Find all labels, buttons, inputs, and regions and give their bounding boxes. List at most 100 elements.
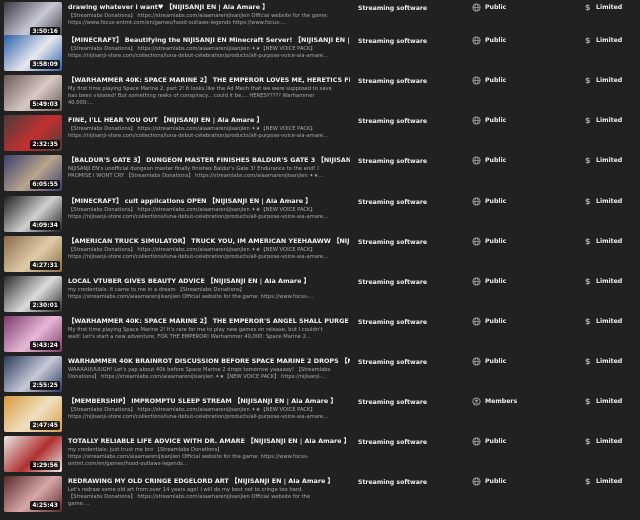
video-title[interactable]: 【MEMBERSHIP】 IMPROMPTU SLEEP STREAM 【NIJ… xyxy=(68,397,350,406)
video-row[interactable]: 4:09:34 【MINECRAFT】 cult applications OPE… xyxy=(0,194,640,234)
visibility-control[interactable]: Members xyxy=(472,397,517,406)
video-thumbnail[interactable]: 5:49:03 xyxy=(4,75,62,111)
restrictions-control[interactable]: $ Limited xyxy=(585,477,622,486)
video-thumbnail[interactable]: 2:47:45 xyxy=(4,396,62,432)
video-title[interactable]: 【WARHAMMER 40K: SPACE MARINE 2】 THE EMPE… xyxy=(68,317,350,326)
video-thumbnail[interactable]: 2:32:35 xyxy=(4,115,62,151)
video-description: Let's redraw some old art from over 14 y… xyxy=(68,487,311,508)
restrictions-control[interactable]: $ Limited xyxy=(585,357,622,366)
video-row[interactable]: 6:05:55 【BALDUR'S GATE 3】 DUNGEON MASTER … xyxy=(0,153,640,193)
video-row[interactable]: 2:32:35 FINE, I'LL HEAR YOU OUT 【NIJISANJ… xyxy=(0,113,640,153)
video-thumbnail[interactable]: 5:43:24 xyxy=(4,316,62,352)
video-title[interactable]: 【BALDUR'S GATE 3】 DUNGEON MASTER FINISHE… xyxy=(68,156,350,165)
video-description: my credentials: just trust me bro 【Strea… xyxy=(68,447,309,468)
restriction-label: Limited xyxy=(596,438,623,445)
video-row[interactable]: 2:47:45 【MEMBERSHIP】 IMPROMPTU SLEEP STRE… xyxy=(0,394,640,434)
video-source: Streaming software xyxy=(358,479,428,486)
video-row[interactable]: 4:25:43 REDRAWING MY OLD CRINGE EDGELORD … xyxy=(0,474,640,514)
video-title[interactable]: 【MINECRAFT】 cult applications OPEN 【NIJI… xyxy=(68,197,350,206)
video-source: Streaming software xyxy=(358,199,428,206)
restrictions-control[interactable]: $ Limited xyxy=(585,277,622,286)
video-thumbnail[interactable]: 4:09:34 xyxy=(4,196,62,232)
duration-badge: 4:09:34 xyxy=(30,221,60,230)
video-details: FINE, I'LL HEAR YOU OUT 【NIJISANJI EN | … xyxy=(68,116,350,140)
visibility-control[interactable]: Public xyxy=(472,237,506,246)
monetization-icon: $ xyxy=(585,317,591,326)
video-details: 【MINECRAFT】 Beautifying the NIJISANJI EN… xyxy=(68,36,350,60)
video-details: 【AMERICAN TRUCK SIMULATOR】 TRUCK YOU, IM… xyxy=(68,237,350,261)
video-description: my credentials: it came to me in a dream… xyxy=(68,287,314,301)
video-thumbnail[interactable]: 2:30:01 xyxy=(4,276,62,312)
restrictions-control[interactable]: $ Limited xyxy=(585,156,622,165)
visibility-control[interactable]: Public xyxy=(472,277,506,286)
video-description: 【Streamlabs Donations】 https://streamlab… xyxy=(68,247,329,261)
globe-icon xyxy=(472,36,481,45)
video-details: 【WARHAMMER 40K: SPACE MARINE 2】 THE EMPE… xyxy=(68,76,350,108)
visibility-control[interactable]: Public xyxy=(472,317,506,326)
video-title[interactable]: WARHAMMER 40K BRAINROT DISCUSSION BEFORE… xyxy=(68,357,350,366)
visibility-control[interactable]: Public xyxy=(472,357,506,366)
duration-badge: 3:58:09 xyxy=(30,60,60,69)
video-thumbnail[interactable]: 3:29:56 xyxy=(4,436,62,472)
video-thumbnail[interactable]: 3:58:09 xyxy=(4,35,62,71)
video-details: 【MINECRAFT】 cult applications OPEN 【NIJI… xyxy=(68,197,350,221)
restrictions-control[interactable]: $ Limited xyxy=(585,437,622,446)
visibility-control[interactable]: Public xyxy=(472,76,506,85)
video-title[interactable]: TOTALLY RELIABLE LIFE ADVICE WITH DR. AM… xyxy=(68,437,350,446)
restrictions-control[interactable]: $ Limited xyxy=(585,397,622,406)
video-title[interactable]: LOCAL VTUBER GIVES BEAUTY ADVICE 【NIJISA… xyxy=(68,277,350,286)
video-thumbnail[interactable]: 4:25:43 xyxy=(4,476,62,512)
visibility-control[interactable]: Public xyxy=(472,116,506,125)
duration-badge: 5:43:24 xyxy=(30,341,60,350)
video-row[interactable]: 5:49:03 【WARHAMMER 40K: SPACE MARINE 2】 T… xyxy=(0,73,640,113)
restrictions-control[interactable]: $ Limited xyxy=(585,197,622,206)
duration-badge: 6:05:55 xyxy=(30,180,60,189)
duration-badge: 2:55:25 xyxy=(30,381,60,390)
video-source: Streaming software xyxy=(358,439,428,446)
video-title[interactable]: 【WARHAMMER 40K: SPACE MARINE 2】 THE EMPE… xyxy=(68,76,350,85)
monetization-icon: $ xyxy=(585,357,591,366)
globe-icon xyxy=(472,277,481,286)
visibility-label: Public xyxy=(485,77,507,84)
restrictions-control[interactable]: $ Limited xyxy=(585,76,622,85)
video-title[interactable]: REDRAWING MY OLD CRINGE EDGELORD ART 【NI… xyxy=(68,477,350,486)
video-thumbnail[interactable]: 2:55:25 xyxy=(4,356,62,392)
visibility-control[interactable]: Public xyxy=(472,3,506,12)
visibility-control[interactable]: Public xyxy=(472,156,506,165)
restrictions-control[interactable]: $ Limited xyxy=(585,36,622,45)
video-row[interactable]: 3:29:56 TOTALLY RELIABLE LIFE ADVICE WITH… xyxy=(0,434,640,474)
restriction-label: Limited xyxy=(596,238,623,245)
restrictions-control[interactable]: $ Limited xyxy=(585,237,622,246)
globe-icon xyxy=(472,437,481,446)
restrictions-control[interactable]: $ Limited xyxy=(585,317,622,326)
visibility-control[interactable]: Public xyxy=(472,36,506,45)
video-title[interactable]: 【MINECRAFT】 Beautifying the NIJISANJI EN… xyxy=(68,36,350,45)
video-row[interactable]: 2:30:01 LOCAL VTUBER GIVES BEAUTY ADVICE … xyxy=(0,274,640,314)
video-row[interactable]: 3:58:09 【MINECRAFT】 Beautifying the NIJIS… xyxy=(0,33,640,73)
video-thumbnail[interactable]: 6:05:55 xyxy=(4,155,62,191)
monetization-icon: $ xyxy=(585,116,591,125)
video-row[interactable]: 2:55:25 WARHAMMER 40K BRAINROT DISCUSSION… xyxy=(0,354,640,394)
video-details: drawing whatever i want♥ 【NIJISANJI EN |… xyxy=(68,3,350,27)
visibility-control[interactable]: Public xyxy=(472,477,506,486)
video-description: 【Streamlabs Donations】 https://streamlab… xyxy=(68,207,329,221)
visibility-control[interactable]: Public xyxy=(472,437,506,446)
video-thumbnail[interactable]: 4:27:31 xyxy=(4,236,62,272)
video-title[interactable]: drawing whatever i want♥ 【NIJISANJI EN |… xyxy=(68,3,350,12)
video-description: 【Streamlabs Donations】 https://streamlab… xyxy=(68,13,329,27)
duration-badge: 2:47:45 xyxy=(30,421,60,430)
restrictions-control[interactable]: $ Limited xyxy=(585,116,622,125)
video-details: 【MEMBERSHIP】 IMPROMPTU SLEEP STREAM 【NIJ… xyxy=(68,397,350,421)
video-details: WARHAMMER 40K BRAINROT DISCUSSION BEFORE… xyxy=(68,357,350,381)
video-description: 【Streamlabs Donations】 https://streamlab… xyxy=(68,46,329,60)
restrictions-control[interactable]: $ Limited xyxy=(585,3,622,12)
video-row[interactable]: 5:43:24 【WARHAMMER 40K: SPACE MARINE 2】 T… xyxy=(0,314,640,354)
video-source: Streaming software xyxy=(358,38,428,45)
video-source: Streaming software xyxy=(358,359,428,366)
visibility-control[interactable]: Public xyxy=(472,197,506,206)
video-source: Streaming software xyxy=(358,399,428,406)
video-title[interactable]: FINE, I'LL HEAR YOU OUT 【NIJISANJI EN | … xyxy=(68,116,350,125)
video-title[interactable]: 【AMERICAN TRUCK SIMULATOR】 TRUCK YOU, IM… xyxy=(68,237,350,246)
visibility-label: Public xyxy=(485,278,507,285)
video-row[interactable]: 4:27:31 【AMERICAN TRUCK SIMULATOR】 TRUCK … xyxy=(0,234,640,274)
